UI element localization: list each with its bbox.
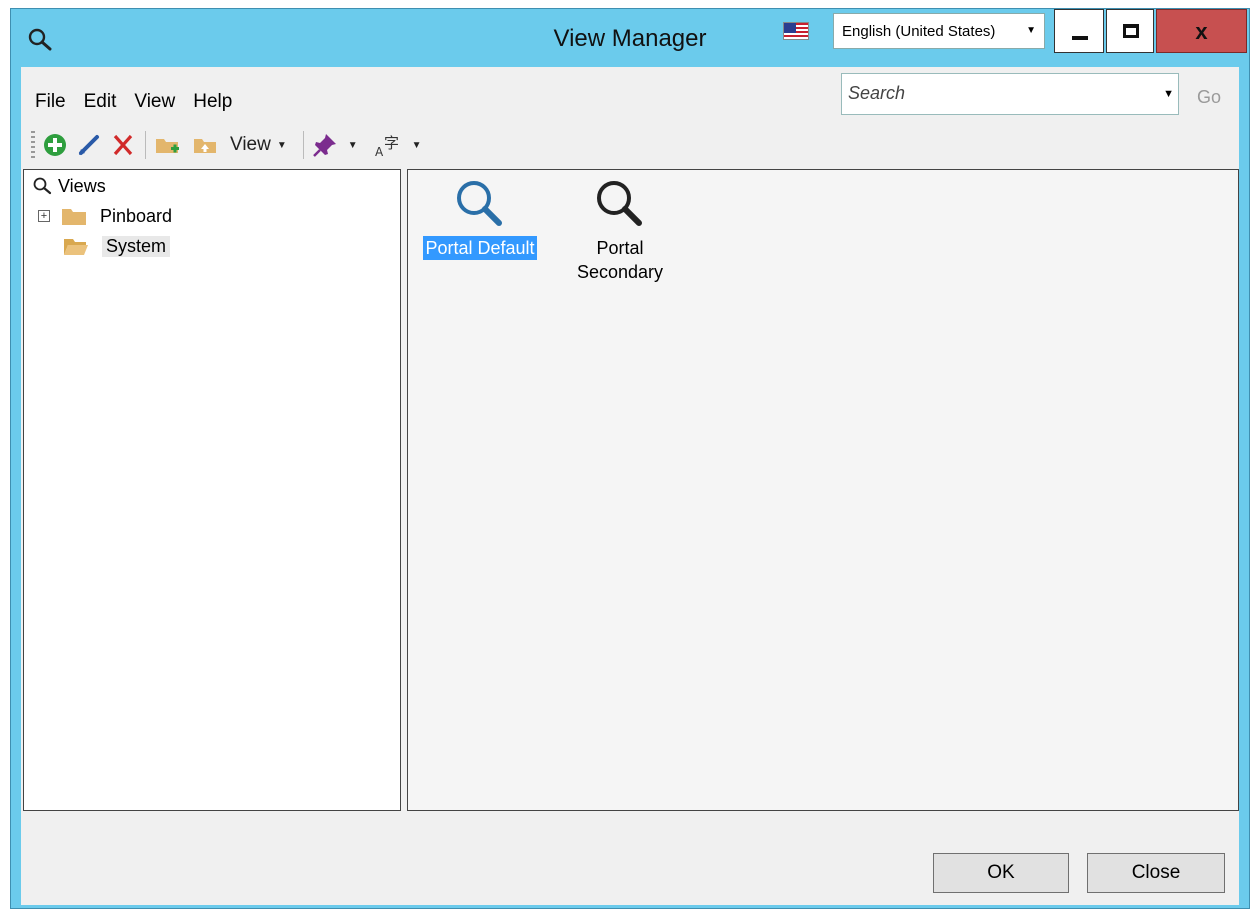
menu-edit[interactable]: Edit [84,87,117,117]
view-item-portal-secondary[interactable]: Portal Secondary [550,176,690,284]
expand-icon[interactable]: + [38,210,50,222]
minimize-icon [1072,36,1088,40]
toolbar-separator [145,131,146,159]
font-icon: A 字 [375,134,399,158]
close-icon: x [1195,19,1208,44]
tree-item-system[interactable]: System [64,232,171,260]
chevron-down-icon: ▼ [347,139,358,151]
client-area: File Edit View Help ▼ Go [21,67,1239,905]
ok-button[interactable]: OK [933,853,1069,893]
view-dropdown-label: View [230,134,271,155]
title-bar[interactable]: View Manager English (United States) ▼ x [11,9,1249,67]
search-box: ▼ [841,73,1179,115]
svg-text:A: A [375,145,384,158]
chevron-down-icon: ▼ [411,139,422,151]
toolbar-grip[interactable] [31,131,35,159]
view-dropdown[interactable]: View ▼ [230,130,293,160]
magnifier-app-icon [28,28,52,51]
language-value: English (United States) [842,23,996,40]
go-button[interactable]: Go [1197,87,1221,108]
open-folder-icon [64,239,88,255]
view-item-portal-default[interactable]: Portal Default [410,176,550,260]
minimize-button[interactable] [1054,9,1104,53]
menu-file[interactable]: File [35,87,66,117]
close-button[interactable]: Close [1087,853,1225,893]
tree-item-label: System [102,235,171,257]
edit-button[interactable] [77,130,101,160]
folder-up-button[interactable] [192,130,220,160]
menu-help[interactable]: Help [193,87,232,117]
magnifier-icon [597,181,642,226]
maximize-icon [1123,24,1139,38]
language-select[interactable]: English (United States) ▼ [833,13,1045,49]
views-tree: Views + Pinboard System [23,169,401,811]
tree-item-pinboard[interactable]: + Pinboard [38,202,172,230]
views-content-pane: Portal Default Portal Secondary [407,169,1239,811]
toolbar-separator [302,131,304,159]
search-input[interactable] [842,74,1142,112]
new-folder-button[interactable] [154,130,182,160]
delete-icon [113,134,133,156]
search-dropdown-icon[interactable]: ▼ [1163,88,1174,100]
new-folder-icon [156,139,179,153]
menu-bar: File Edit View Help [35,87,250,117]
font-dropdown[interactable]: A 字 ▼ [374,130,428,160]
add-icon [44,134,66,156]
chevron-down-icon: ▼ [276,139,287,151]
magnifier-icon [33,177,52,195]
view-item-label: Portal Default [423,236,537,260]
chevron-down-icon: ▼ [1026,25,1036,36]
view-manager-window: View Manager English (United States) ▼ x… [10,8,1250,909]
svg-text:字: 字 [384,134,399,152]
menu-view[interactable]: View [134,87,175,117]
edit-icon [79,135,99,155]
folder-up-icon [194,139,216,153]
us-flag-icon [783,22,809,40]
tree-item-label: Pinboard [100,205,173,226]
tree-root[interactable]: Views [32,172,106,200]
toolbar: View ▼ ▼ A 字 ▼ [31,125,438,165]
view-item-label: Portal Secondary [576,238,664,282]
pin-dropdown[interactable]: ▼ [312,130,364,160]
magnifier-icon [457,181,502,226]
add-button[interactable] [43,130,67,160]
maximize-button[interactable] [1106,9,1154,53]
close-window-button[interactable]: x [1156,9,1247,53]
folder-icon [62,209,86,225]
pin-icon [312,134,336,157]
tree-root-label: Views [58,175,106,196]
delete-button[interactable] [111,130,135,160]
